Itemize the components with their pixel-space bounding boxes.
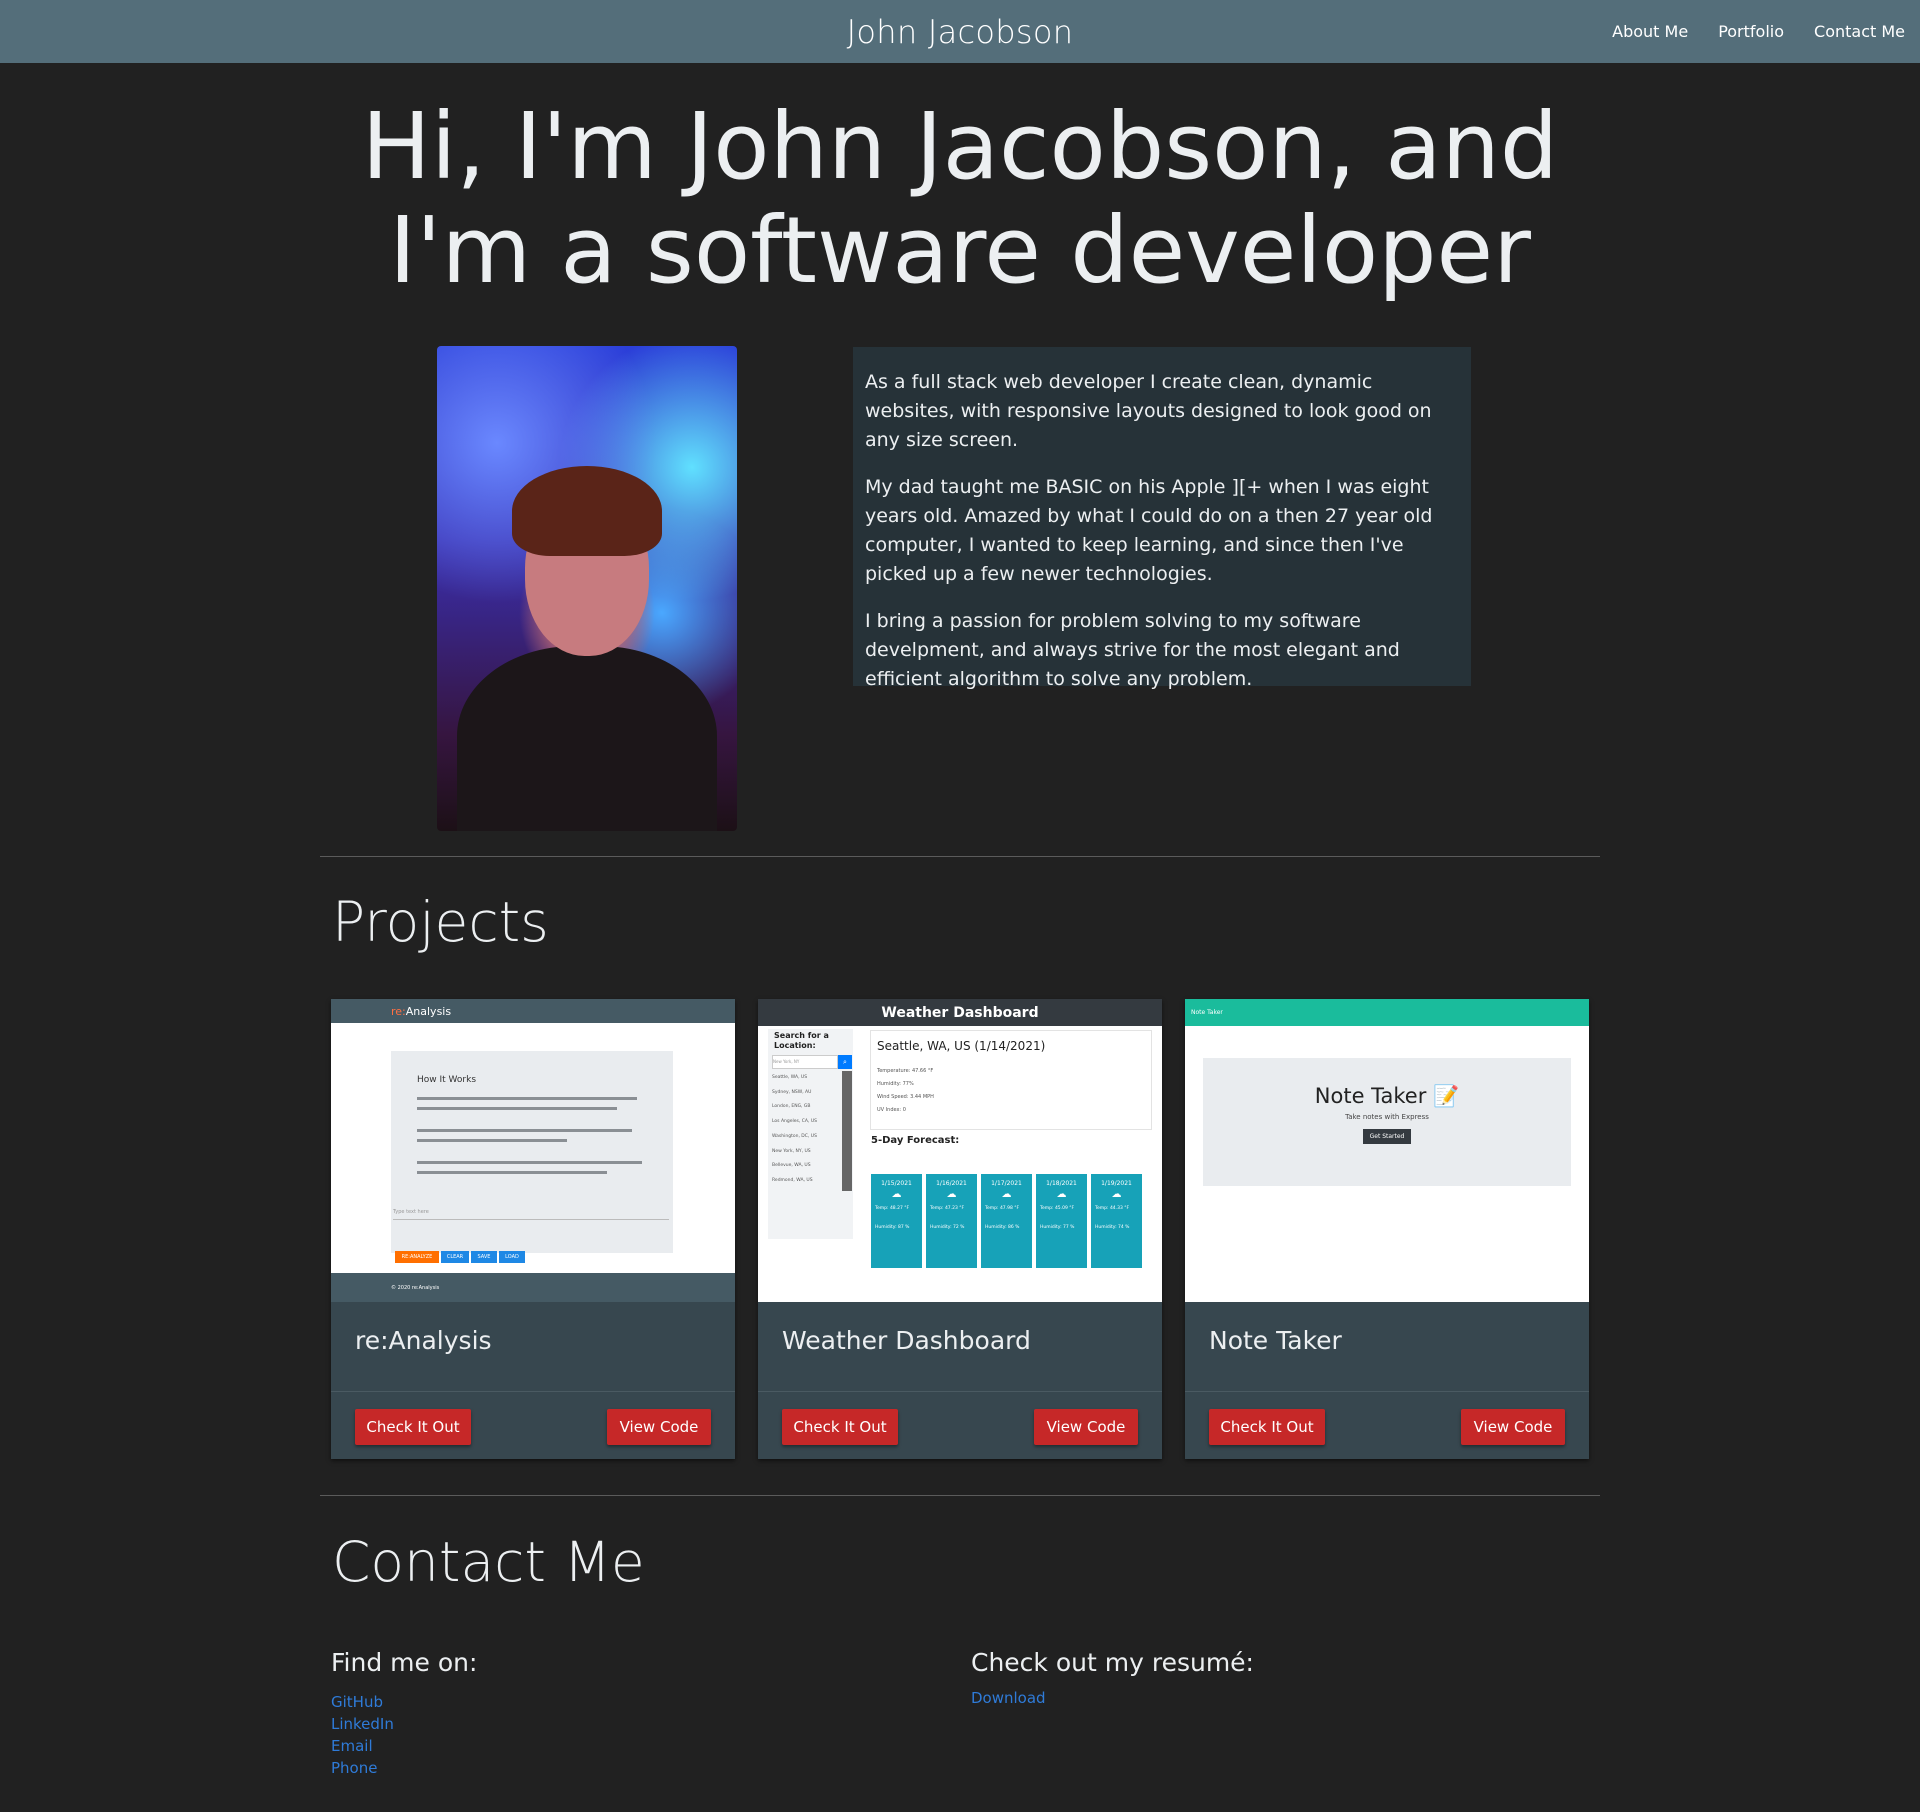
project-card-reanalysis: re:Analysis How It Works Type text here … <box>331 999 735 1459</box>
note-taker-body: Note Taker 📝 Take notes with Express Get… <box>1185 1026 1589 1302</box>
project-title-note-taker: Note Taker <box>1209 1326 1342 1355</box>
card-divider <box>758 1391 1162 1392</box>
forecast-day-1: 1/15/2021 ☁ Temp: 48.27 °F Humidity: 87 … <box>871 1174 922 1268</box>
linkedin-link[interactable]: LinkedIn <box>331 1713 477 1735</box>
project-card-note-taker: Note Taker Note Taker 📝 Take notes with … <box>1185 999 1589 1459</box>
weather-sidebar: Search for a Location: New York, NY ⌕ Se… <box>768 1029 853 1239</box>
note-taker-header: Note Taker <box>1185 999 1589 1026</box>
weather-body: Search for a Location: New York, NY ⌕ Se… <box>758 1026 1162 1302</box>
email-link[interactable]: Email <box>331 1735 477 1757</box>
card-divider <box>331 1391 735 1392</box>
resume-heading: Check out my resumé: <box>971 1648 1254 1677</box>
reanalysis-logo: re:Analysis <box>391 1005 452 1018</box>
check-it-out-button-reanalysis[interactable]: Check It Out <box>355 1409 471 1445</box>
cloud-icon: ☁ <box>891 1189 902 1200</box>
section-divider <box>320 856 1600 857</box>
hero-line-1: Hi, I'm John Jacobson, and <box>361 93 1559 200</box>
forecast-day-3: 1/17/2021 ☁ Temp: 47.98 °F Humidity: 86 … <box>981 1174 1032 1268</box>
reanalysis-panel-title: How It Works <box>417 1075 477 1085</box>
forecast-day-5: 1/19/2021 ☁ Temp: 44.33 °F Humidity: 74 … <box>1091 1174 1142 1268</box>
nav-link-about-me[interactable]: About Me <box>1612 22 1688 41</box>
nav-link-portfolio[interactable]: Portfolio <box>1718 22 1784 41</box>
about-box: As a full stack web developer I create c… <box>853 347 1471 690</box>
find-me-heading: Find me on: <box>331 1648 478 1677</box>
brand-title[interactable]: John Jacobson <box>847 13 1074 51</box>
get-started-button: Get Started <box>1362 1129 1412 1144</box>
project-title-weather-dashboard: Weather Dashboard <box>782 1326 1031 1355</box>
hero-heading: Hi, I'm John Jacobson, and I'm a softwar… <box>310 95 1610 303</box>
project-title-reanalysis: re:Analysis <box>355 1326 492 1355</box>
photo-hair-shape <box>512 466 662 556</box>
search-icon: ⌕ <box>838 1055 852 1069</box>
github-link[interactable]: GitHub <box>331 1691 477 1713</box>
nav-links: About Me Portfolio Contact Me <box>1612 0 1905 63</box>
check-it-out-button-note-taker[interactable]: Check It Out <box>1209 1409 1325 1445</box>
project-screenshot-reanalysis: re:Analysis How It Works Type text here … <box>331 999 735 1302</box>
forecast-day-4: 1/18/2021 ☁ Temp: 45.09 °F Humidity: 77 … <box>1036 1174 1087 1268</box>
reanalysis-body: How It Works Type text here RE:ANALYZE C… <box>331 1023 735 1273</box>
view-code-button-weather-dashboard[interactable]: View Code <box>1034 1409 1138 1445</box>
about-paragraph-3: I bring a passion for problem solving to… <box>865 610 1400 690</box>
cloud-icon: ☁ <box>1001 1189 1012 1200</box>
profile-photo <box>437 346 737 831</box>
card-divider <box>1185 1391 1589 1392</box>
weather-city-list: Seattle, WA, US Sydney, NSW, AU London, … <box>772 1075 817 1183</box>
reanalysis-save-button: SAVE <box>471 1251 497 1263</box>
view-code-button-reanalysis[interactable]: View Code <box>607 1409 711 1445</box>
reanalysis-footer: © 2020 re:Analysis <box>331 1273 735 1302</box>
section-divider <box>320 1495 1600 1496</box>
check-it-out-button-weather-dashboard[interactable]: Check It Out <box>782 1409 898 1445</box>
nav-link-contact-me[interactable]: Contact Me <box>1814 22 1905 41</box>
reanalysis-panel: How It Works Type text here RE:ANALYZE C… <box>391 1051 673 1263</box>
hero-line-2: I'm a software developer <box>389 197 1531 304</box>
photo-body-shape <box>457 646 717 831</box>
reanalysis-analyze-button: RE:ANALYZE <box>395 1251 439 1263</box>
resume-download-link[interactable]: Download <box>971 1687 1254 1709</box>
about-paragraph-1: As a full stack web developer I create c… <box>865 371 1432 451</box>
cloud-icon: ☁ <box>946 1189 957 1200</box>
reanalysis-load-button: LOAD <box>499 1251 525 1263</box>
contact-heading: Contact Me <box>332 1530 645 1594</box>
find-me-column: Find me on: GitHub LinkedIn Email Phone <box>331 1648 477 1779</box>
resume-column: Check out my resumé: Download <box>971 1648 1254 1709</box>
navbar: John Jacobson About Me Portfolio Contact… <box>0 0 1920 63</box>
project-screenshot-note-taker: Note Taker Note Taker 📝 Take notes with … <box>1185 999 1589 1302</box>
weather-header: Weather Dashboard <box>758 999 1162 1026</box>
note-taker-jumbotron: Note Taker 📝 Take notes with Express Get… <box>1203 1058 1571 1186</box>
reanalysis-header: re:Analysis <box>331 999 735 1023</box>
phone-link[interactable]: Phone <box>331 1757 477 1779</box>
projects-heading: Projects <box>332 890 549 954</box>
forecast-day-2: 1/16/2021 ☁ Temp: 47.23 °F Humidity: 72 … <box>926 1174 977 1268</box>
cloud-icon: ☁ <box>1056 1189 1067 1200</box>
project-screenshot-weather-dashboard: Weather Dashboard Search for a Location:… <box>758 999 1162 1302</box>
view-code-button-note-taker[interactable]: View Code <box>1461 1409 1565 1445</box>
about-paragraph-2: My dad taught me BASIC on his Apple ][+ … <box>865 476 1433 585</box>
weather-current: Seattle, WA, US (1/14/2021) Temperature:… <box>870 1030 1152 1130</box>
reanalysis-text-input: Type text here <box>393 1209 429 1215</box>
reanalysis-clear-button: CLEAR <box>441 1251 469 1263</box>
cloud-icon: ☁ <box>1111 1189 1122 1200</box>
project-card-weather-dashboard: Weather Dashboard Search for a Location:… <box>758 999 1162 1459</box>
memo-icon: 📝 <box>1433 1084 1460 1108</box>
forecast-label: 5-Day Forecast: <box>871 1135 960 1146</box>
